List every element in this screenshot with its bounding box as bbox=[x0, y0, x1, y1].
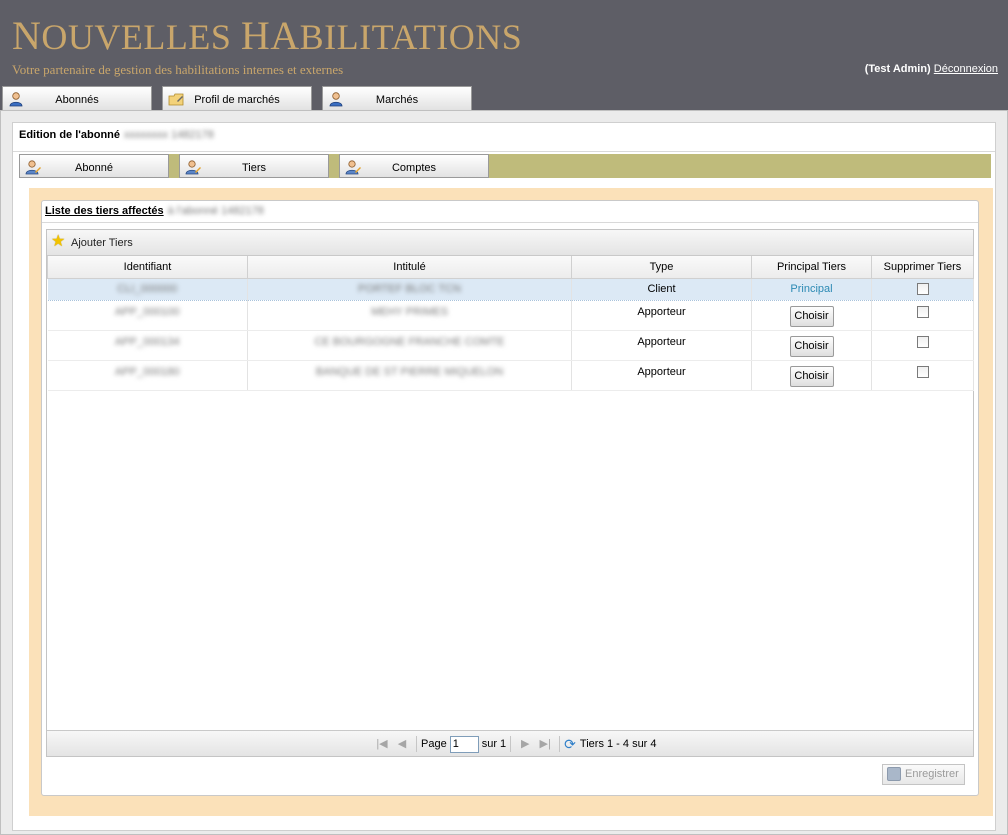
tiers-grid: ★ Ajouter Tiers Identifiant Intitulé Typ… bbox=[46, 229, 974, 757]
refresh-icon[interactable]: ⟳ bbox=[564, 736, 576, 753]
delete-checkbox[interactable] bbox=[916, 282, 929, 295]
edit-panel: Edition de l'abonné xxxxxxxx 1482178 Abon… bbox=[12, 122, 996, 831]
tab-comptes[interactable]: Comptes bbox=[339, 154, 489, 178]
first-page-icon[interactable]: |◀ bbox=[374, 736, 390, 752]
app-logo: NOUVELLES HABILITATIONS bbox=[12, 13, 523, 58]
save-icon bbox=[887, 767, 901, 781]
delete-checkbox[interactable] bbox=[916, 365, 929, 378]
tab-abonnes[interactable]: Abonnés bbox=[2, 86, 152, 110]
cell-identifiant: APP_000100 bbox=[114, 305, 180, 318]
cell-identifiant: CLI_000000 bbox=[117, 282, 178, 295]
add-tiers-label: Ajouter Tiers bbox=[71, 237, 133, 249]
cell-type: Apporteur bbox=[637, 305, 686, 318]
column-header-supprimer[interactable]: Supprimer Tiers bbox=[871, 256, 974, 279]
tiers-list-panel: Liste des tiers affectés à l'abonné 14821… bbox=[41, 200, 979, 796]
delete-checkbox[interactable] bbox=[916, 305, 929, 318]
pager-controls: |◀ ◀ Page sur 1 ▶ ▶| ⟳ Tiers 1 - 4 sur 4 bbox=[372, 735, 657, 753]
table-row[interactable]: CLI_000000 PORTEF BLOC TCN Client Princi… bbox=[47, 277, 974, 301]
cell-type: Apporteur bbox=[637, 365, 686, 378]
table-row[interactable]: APP_000180 BANQUE DE ST PIERRE MIQUELON … bbox=[47, 360, 974, 391]
page-label: Page bbox=[421, 738, 447, 750]
star-icon: ★ bbox=[51, 233, 66, 250]
grid-pager: |◀ ◀ Page sur 1 ▶ ▶| ⟳ Tiers 1 - 4 sur 4 bbox=[47, 730, 973, 756]
prev-page-icon[interactable]: ◀ bbox=[394, 736, 410, 752]
user-area: (Test Admin) Déconnexion bbox=[865, 63, 998, 75]
tiers-table: Identifiant Intitulé Type Principal Tier… bbox=[47, 256, 974, 391]
tab-tiers[interactable]: Tiers bbox=[179, 154, 329, 178]
table-row[interactable]: APP_000134 CE BOURGOGNE FRANCHE COMTE Ap… bbox=[47, 330, 974, 361]
column-header-intitule[interactable]: Intitulé bbox=[247, 256, 572, 279]
add-tiers-button[interactable]: ★ Ajouter Tiers bbox=[51, 234, 133, 252]
pager-separator bbox=[510, 736, 512, 752]
column-header-identifiant[interactable]: Identifiant bbox=[47, 256, 248, 279]
current-user: (Test Admin) bbox=[864, 63, 931, 75]
pager-separator bbox=[559, 736, 561, 752]
page-title-text: Edition de l'abonné bbox=[19, 129, 121, 141]
tab-comptes-label: Comptes bbox=[391, 162, 437, 174]
tab-abonne-label: Abonné bbox=[75, 162, 113, 174]
save-label: Enregistrer bbox=[905, 768, 959, 780]
sub-tab-bar: Abonné Tiers Comptes bbox=[19, 154, 991, 178]
tab-abonnes-label: Abonnés bbox=[55, 94, 99, 106]
column-header-principal[interactable]: Principal Tiers bbox=[751, 256, 872, 279]
cell-intitule: CE BOURGOGNE FRANCHE COMTE bbox=[314, 335, 505, 348]
table-row[interactable]: APP_000100 MEHY PRIMES Apporteur Choisir bbox=[47, 300, 974, 331]
principal-label: Principal bbox=[790, 282, 833, 295]
logout-link[interactable]: Déconnexion bbox=[934, 63, 998, 75]
choisir-button[interactable]: Choisir bbox=[789, 335, 834, 357]
content-area: Edition de l'abonné xxxxxxxx 1482178 Abon… bbox=[0, 110, 1008, 835]
tab-abonne[interactable]: Abonné bbox=[19, 154, 169, 178]
pager-summary: Tiers 1 - 4 sur 4 bbox=[579, 738, 657, 750]
list-title-text: Liste des tiers affectés bbox=[45, 205, 164, 217]
pager-separator bbox=[416, 736, 417, 752]
cell-intitule: PORTEF BLOC TCN bbox=[358, 282, 461, 295]
next-page-icon[interactable]: ▶ bbox=[517, 736, 533, 752]
tab-profil-marches[interactable]: Profil de marchés bbox=[162, 86, 312, 110]
column-header-type[interactable]: Type bbox=[571, 256, 752, 279]
choisir-button[interactable]: Choisir bbox=[789, 305, 834, 327]
grid-toolbar: ★ Ajouter Tiers bbox=[47, 230, 973, 256]
last-page-icon[interactable]: ▶| bbox=[537, 736, 553, 752]
cell-identifiant: APP_000134 bbox=[114, 335, 180, 348]
list-title-divider bbox=[42, 222, 978, 223]
cell-identifiant: APP_000180 bbox=[114, 365, 180, 378]
cell-intitule: MEHY PRIMES bbox=[371, 305, 448, 318]
tab-marches-label: Marchés bbox=[375, 94, 419, 106]
tab-tiers-label: Tiers bbox=[241, 162, 267, 174]
page-number-input[interactable] bbox=[449, 735, 479, 753]
title-divider bbox=[13, 151, 995, 152]
delete-checkbox[interactable] bbox=[916, 335, 929, 348]
list-title: Liste des tiers affectés à l'abonné 14821… bbox=[45, 205, 264, 217]
app-tagline: Votre partenaire de gestion des habilita… bbox=[12, 62, 344, 77]
list-title-subscriber: à l'abonné 1482178 bbox=[167, 205, 264, 217]
cell-type: Apporteur bbox=[637, 335, 686, 348]
subscriber-name: xxxxxxxx 1482178 bbox=[124, 129, 214, 141]
tab-profil-marches-label: Profil de marchés bbox=[194, 94, 280, 106]
cell-type: Client bbox=[647, 282, 676, 295]
table-header-row: Identifiant Intitulé Type Principal Tier… bbox=[47, 256, 974, 279]
tab-marches[interactable]: Marchés bbox=[322, 86, 472, 110]
page-count-label: sur 1 bbox=[481, 738, 507, 750]
page-title: Edition de l'abonné xxxxxxxx 1482178 bbox=[19, 129, 214, 141]
save-button[interactable]: Enregistrer bbox=[882, 764, 965, 785]
tiers-container: Liste des tiers affectés à l'abonné 14821… bbox=[29, 188, 993, 816]
app-header: NOUVELLES HABILITATIONS Votre partenaire… bbox=[0, 0, 1008, 110]
cell-intitule: BANQUE DE ST PIERRE MIQUELON bbox=[315, 365, 504, 378]
choisir-button[interactable]: Choisir bbox=[789, 365, 834, 387]
